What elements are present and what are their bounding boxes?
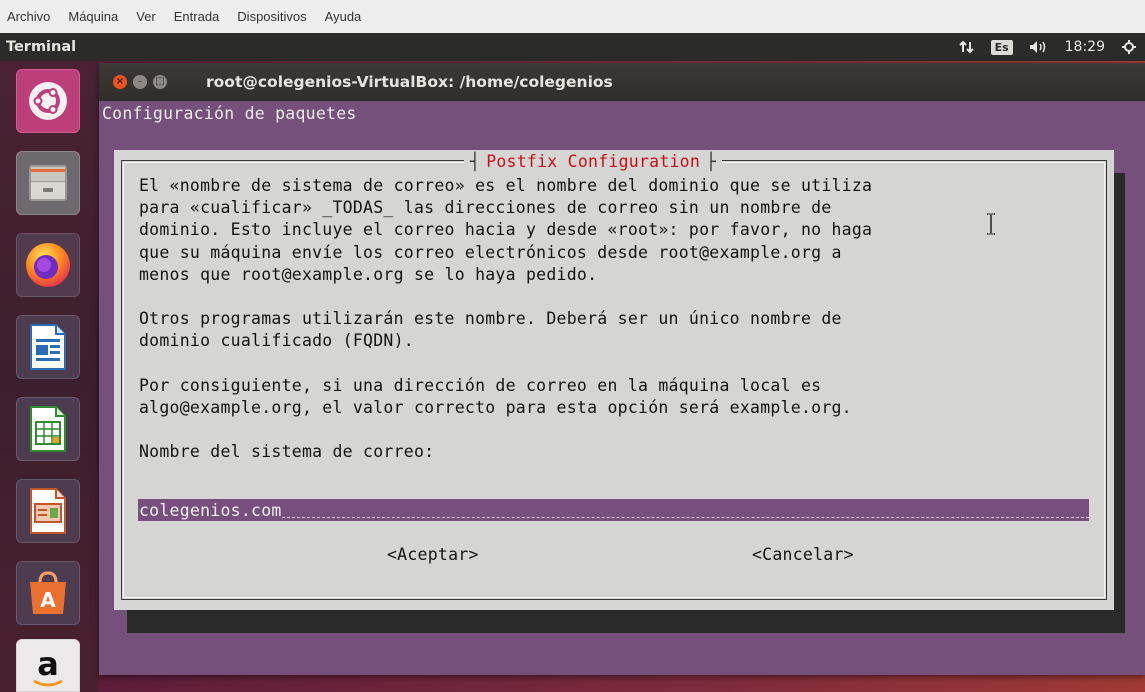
dialog-backtitle: Configuración de paquetes: [102, 104, 357, 123]
libreoffice-writer-icon[interactable]: [16, 315, 80, 379]
message-line: que su máquina envíe los correo electrón…: [139, 242, 842, 262]
message-line: para «cualificar» _TODAS_ las direccione…: [139, 198, 832, 218]
libreoffice-impress-icon[interactable]: [16, 479, 80, 543]
menu-ayuda[interactable]: Ayuda: [324, 7, 363, 26]
files-icon[interactable]: [16, 151, 80, 215]
message-line: [139, 353, 1099, 375]
message-line: [139, 419, 1099, 441]
dialog-message: El «nombre de sistema de correo» es el n…: [139, 175, 1099, 464]
window-close-button[interactable]: ×: [113, 75, 127, 89]
active-app-title[interactable]: Terminal: [6, 39, 76, 55]
terminal-title: root@colegenios-VirtualBox: /home/colege…: [206, 73, 613, 91]
menu-archivo[interactable]: Archivo: [6, 7, 51, 26]
mail-name-value: colegenios.com: [139, 500, 282, 520]
menu-dispositivos[interactable]: Dispositivos: [236, 7, 307, 26]
message-line: algo@example.org, el valor correcto para…: [139, 398, 852, 418]
mail-name-input[interactable]: colegenios.com: [138, 499, 1089, 521]
terminal-window[interactable]: × – □ root@colegenios-VirtualBox: /home/…: [99, 63, 1145, 675]
title-divider-right: ├: [706, 151, 717, 171]
message-line: menos que root@example.org se lo haya pe…: [139, 264, 598, 284]
amazon-icon[interactable]: a: [16, 639, 80, 692]
window-minimize-button[interactable]: –: [133, 75, 147, 89]
message-line: Otros programas utilizarán este nombre. …: [139, 309, 842, 329]
message-line: El «nombre de sistema de correo» es el n…: [139, 176, 873, 195]
text-cursor-icon: [987, 213, 995, 235]
message-line: dominio cualificado (FQDN).: [139, 331, 414, 351]
message-line: [139, 286, 1099, 308]
launcher: A a: [0, 61, 99, 692]
svg-text:A: A: [40, 588, 56, 612]
dialog-title: Postfix Configuration: [486, 151, 701, 171]
keyboard-layout-label: Es: [990, 39, 1013, 55]
dialog-title-wrap: ┤ Postfix Configuration ├: [464, 150, 723, 172]
ubuntu-dash-icon[interactable]: [16, 69, 80, 133]
keyboard-layout-indicator[interactable]: Es: [990, 39, 1013, 55]
libreoffice-calc-icon[interactable]: [16, 397, 80, 461]
power-settings-icon[interactable]: [1121, 39, 1137, 55]
top-panel: Terminal Es 18:29: [0, 33, 1145, 61]
message-line: Por consiguiente, si una dirección de co…: [139, 375, 822, 395]
cancel-button[interactable]: <Cancelar>: [752, 545, 854, 564]
message-line: dominio. Esto incluye el correo hacia y …: [139, 220, 873, 240]
window-maximize-button[interactable]: □: [153, 75, 167, 89]
accept-button[interactable]: <Aceptar>: [387, 545, 479, 564]
menu-maquina[interactable]: Máquina: [67, 7, 119, 26]
volume-icon[interactable]: [1029, 40, 1049, 54]
ubuntu-software-icon[interactable]: A: [16, 561, 80, 625]
title-divider-left: ┤: [470, 151, 481, 171]
panel-indicators: Es 18:29: [958, 33, 1145, 61]
menu-entrada[interactable]: Entrada: [173, 7, 221, 26]
firefox-icon[interactable]: [16, 233, 80, 297]
terminal-titlebar[interactable]: × – □ root@colegenios-VirtualBox: /home/…: [99, 63, 1145, 101]
menu-ver[interactable]: Ver: [135, 7, 157, 26]
vbox-menubar: Archivo Máquina Ver Entrada Dispositivos…: [0, 0, 1145, 33]
input-fill: [281, 516, 1089, 518]
postfix-dialog: ┤ Postfix Configuration ├ El «nombre de …: [114, 150, 1114, 610]
network-icon[interactable]: [958, 40, 975, 54]
svg-text:a: a: [37, 645, 59, 683]
clock[interactable]: 18:29: [1065, 39, 1105, 55]
input-prompt: Nombre del sistema de correo:: [139, 442, 435, 462]
